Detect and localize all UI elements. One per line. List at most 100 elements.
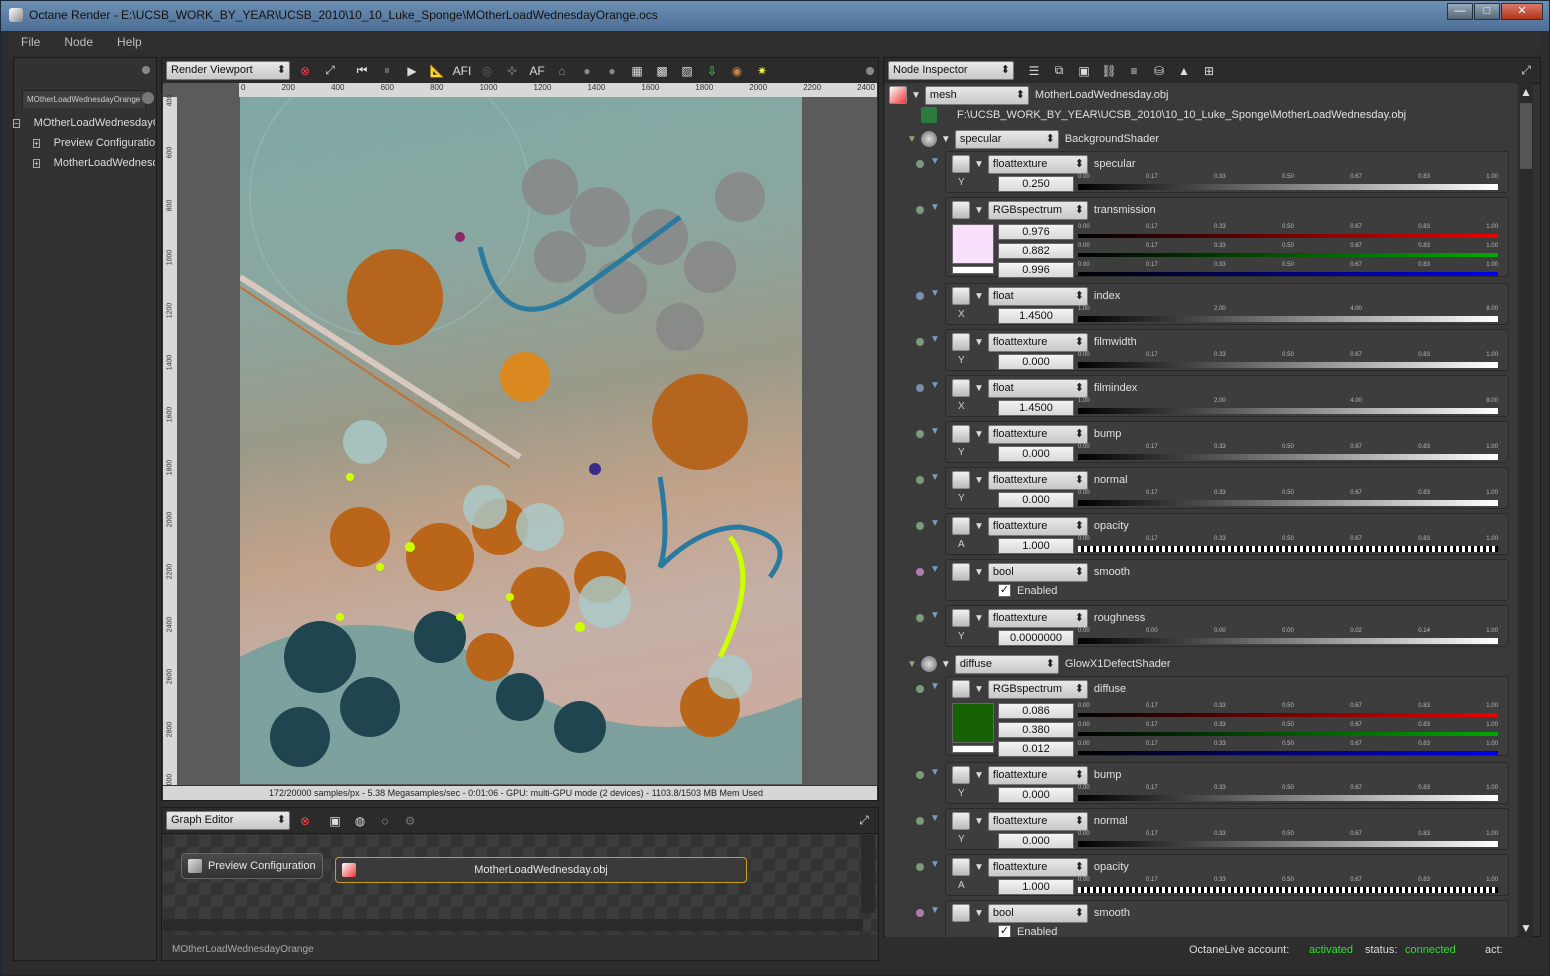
scroll-down-icon[interactable]: ▼ (1520, 921, 1532, 935)
export-icon[interactable]: ⇩ (702, 61, 722, 81)
target-icon[interactable]: ◎ (477, 61, 497, 81)
g-value-field[interactable]: 0.380 (998, 722, 1074, 738)
delete-icon[interactable]: ⊗ (295, 811, 315, 831)
value-field[interactable]: 0.000 (998, 492, 1074, 508)
panel-menu-icon[interactable] (142, 66, 150, 74)
af-icon[interactable]: AF (527, 61, 547, 81)
collapse-icon[interactable]: ▼ (930, 681, 940, 692)
collapse-icon[interactable]: ▼ (930, 380, 940, 391)
param-type-combo[interactable]: RGBspectrum (987, 679, 1088, 699)
value-slider[interactable]: 0.00 0.17 0.33 0.50 0.67 0.83 1.00 (1078, 174, 1498, 190)
pin-icon[interactable] (916, 384, 924, 392)
pin-icon[interactable] (916, 206, 924, 214)
g-value-field[interactable]: 0.882 (998, 243, 1074, 259)
graph-canvas[interactable]: Preview Configuration MotherLoadWednesda… (163, 835, 877, 935)
list-icon[interactable]: ≡ (1124, 61, 1144, 81)
expand-icon[interactable]: + (33, 158, 40, 168)
collapse-icon[interactable]: ▼ (974, 291, 984, 302)
expand-icon[interactable]: + (33, 138, 40, 148)
minimize-button[interactable]: — (1447, 3, 1473, 20)
menu-node[interactable]: Node (52, 35, 105, 49)
pin-icon[interactable] (916, 909, 924, 917)
param-type-combo[interactable]: RGBspectrum (987, 200, 1088, 220)
value-field[interactable]: 1.000 (998, 538, 1074, 554)
value-field[interactable]: 0.0000000 (998, 630, 1074, 646)
play-icon[interactable]: ▶ (402, 61, 422, 81)
collapse-icon[interactable]: ▼ (974, 684, 984, 695)
mesh-type-combo[interactable]: mesh (924, 85, 1029, 105)
pin-icon[interactable] (916, 817, 924, 825)
scroll-up-icon[interactable]: ▲ (1520, 85, 1532, 99)
material-icon[interactable]: ◍ (350, 811, 370, 831)
collapse-icon[interactable]: ▼ (974, 816, 984, 827)
tree-item-mesh[interactable]: +MotherLoadWednesday.obj (13, 153, 155, 173)
enabled-checkbox[interactable]: ✓ Enabled (998, 925, 1057, 937)
collapse-icon[interactable]: ▼ (911, 90, 921, 101)
param-type-combo[interactable]: floattexture (987, 424, 1088, 444)
grid-icon[interactable]: ▦ (627, 61, 647, 81)
value-slider[interactable]: 0.00 0.17 0.33 0.50 0.67 0.83 1.00 (1078, 536, 1498, 552)
link-icon[interactable]: ⛓ (1099, 61, 1119, 81)
render-icon[interactable]: ◌ (375, 811, 395, 831)
restart-icon[interactable]: ⏮ (352, 61, 372, 81)
tree-item-preview[interactable]: + Preview Configuration (13, 133, 155, 153)
collapse-icon[interactable]: − (13, 118, 20, 128)
collapse-icon[interactable]: ▼ (974, 383, 984, 394)
value-slider[interactable]: 0.00 0.17 0.33 0.50 0.67 0.83 1.00 (1078, 490, 1498, 506)
collapse-icon[interactable]: ▼ (974, 205, 984, 216)
save-icon[interactable]: ▣ (325, 811, 345, 831)
sphere-icon[interactable]: ● (577, 61, 597, 81)
panel-menu-icon[interactable] (866, 66, 874, 75)
tree-icon[interactable]: ☰ (1024, 61, 1044, 81)
param-type-combo[interactable]: floattexture (987, 765, 1088, 785)
db-icon[interactable]: ⛁ (1149, 61, 1169, 81)
image-icon[interactable]: ▣ (1074, 61, 1094, 81)
menu-help[interactable]: Help (105, 35, 154, 49)
collapse-icon[interactable]: ▼ (974, 613, 984, 624)
menu-file[interactable]: File (9, 35, 52, 49)
inspector-scrollbar[interactable]: ▲ ▼ (1519, 83, 1533, 937)
collapse-icon[interactable]: ▼ (930, 426, 940, 437)
pin-icon[interactable] (916, 685, 924, 693)
expand-all-icon[interactable]: ⊞ (1199, 61, 1219, 81)
pick-icon[interactable]: ✜ (502, 61, 522, 81)
graph-hscroll[interactable] (163, 919, 863, 931)
pin-icon[interactable] (916, 160, 924, 168)
collapse-icon[interactable]: ▼ (974, 337, 984, 348)
collapse-icon[interactable]: ▼ (974, 159, 984, 170)
tree-item-root[interactable]: −MOtherLoadWednesdayOrange (13, 113, 155, 133)
param-type-combo[interactable]: floattexture (987, 332, 1088, 352)
color-swatch[interactable] (952, 703, 994, 743)
r-value-field[interactable]: 0.086 (998, 703, 1074, 719)
maximize-button[interactable]: □ (1474, 3, 1500, 20)
param-type-combo[interactable]: floattexture (987, 811, 1088, 831)
collapse-icon[interactable]: ▼ (974, 567, 984, 578)
value-field[interactable]: 1.000 (998, 879, 1074, 895)
collapse-icon[interactable]: ▼ (930, 518, 940, 529)
value-slider[interactable]: 1.00 2.00 4.00 8.00 (1078, 306, 1498, 322)
collapse-icon[interactable]: ▼ (930, 156, 940, 167)
inspector-combo[interactable]: Node Inspector (888, 61, 1014, 80)
picture-icon[interactable]: ▲ (1174, 61, 1194, 81)
collapse-icon[interactable]: ▼ (974, 521, 984, 532)
param-type-combo[interactable]: floattexture (987, 154, 1088, 174)
material-pick-icon[interactable]: ⌂ (552, 61, 572, 81)
maximize-icon[interactable]: ⤢ (1516, 61, 1536, 81)
graph-tab[interactable]: MOtherLoadWednesdayOrange (172, 944, 314, 955)
collapse-icon[interactable]: ▼ (930, 610, 940, 621)
material-type-combo[interactable]: diffuse (954, 654, 1059, 674)
value-field[interactable]: 1.4500 (998, 308, 1074, 324)
collapse-icon[interactable]: ▼ (930, 202, 940, 213)
collapse-icon[interactable]: ▼ (907, 134, 917, 145)
value-slider[interactable]: 0.00 0.17 0.33 0.50 0.67 0.83 1.00 (1078, 352, 1498, 368)
collapse-icon[interactable]: ▼ (930, 767, 940, 778)
collapse-icon[interactable]: ▼ (930, 288, 940, 299)
alpha-icon[interactable]: ▨ (677, 61, 697, 81)
pause-icon[interactable]: ⏸ (377, 61, 397, 81)
node-preview-configuration[interactable]: Preview Configuration (181, 853, 323, 879)
pin-icon[interactable] (916, 430, 924, 438)
scene-tab[interactable]: MOtherLoadWednesdayOrange (22, 90, 146, 108)
close-button[interactable]: ✕ (1501, 3, 1543, 20)
material-type-combo[interactable]: specular (954, 129, 1059, 149)
r-slider[interactable]: 0.00 0.17 0.33 0.50 0.67 0.83 1.00 (1078, 703, 1498, 717)
